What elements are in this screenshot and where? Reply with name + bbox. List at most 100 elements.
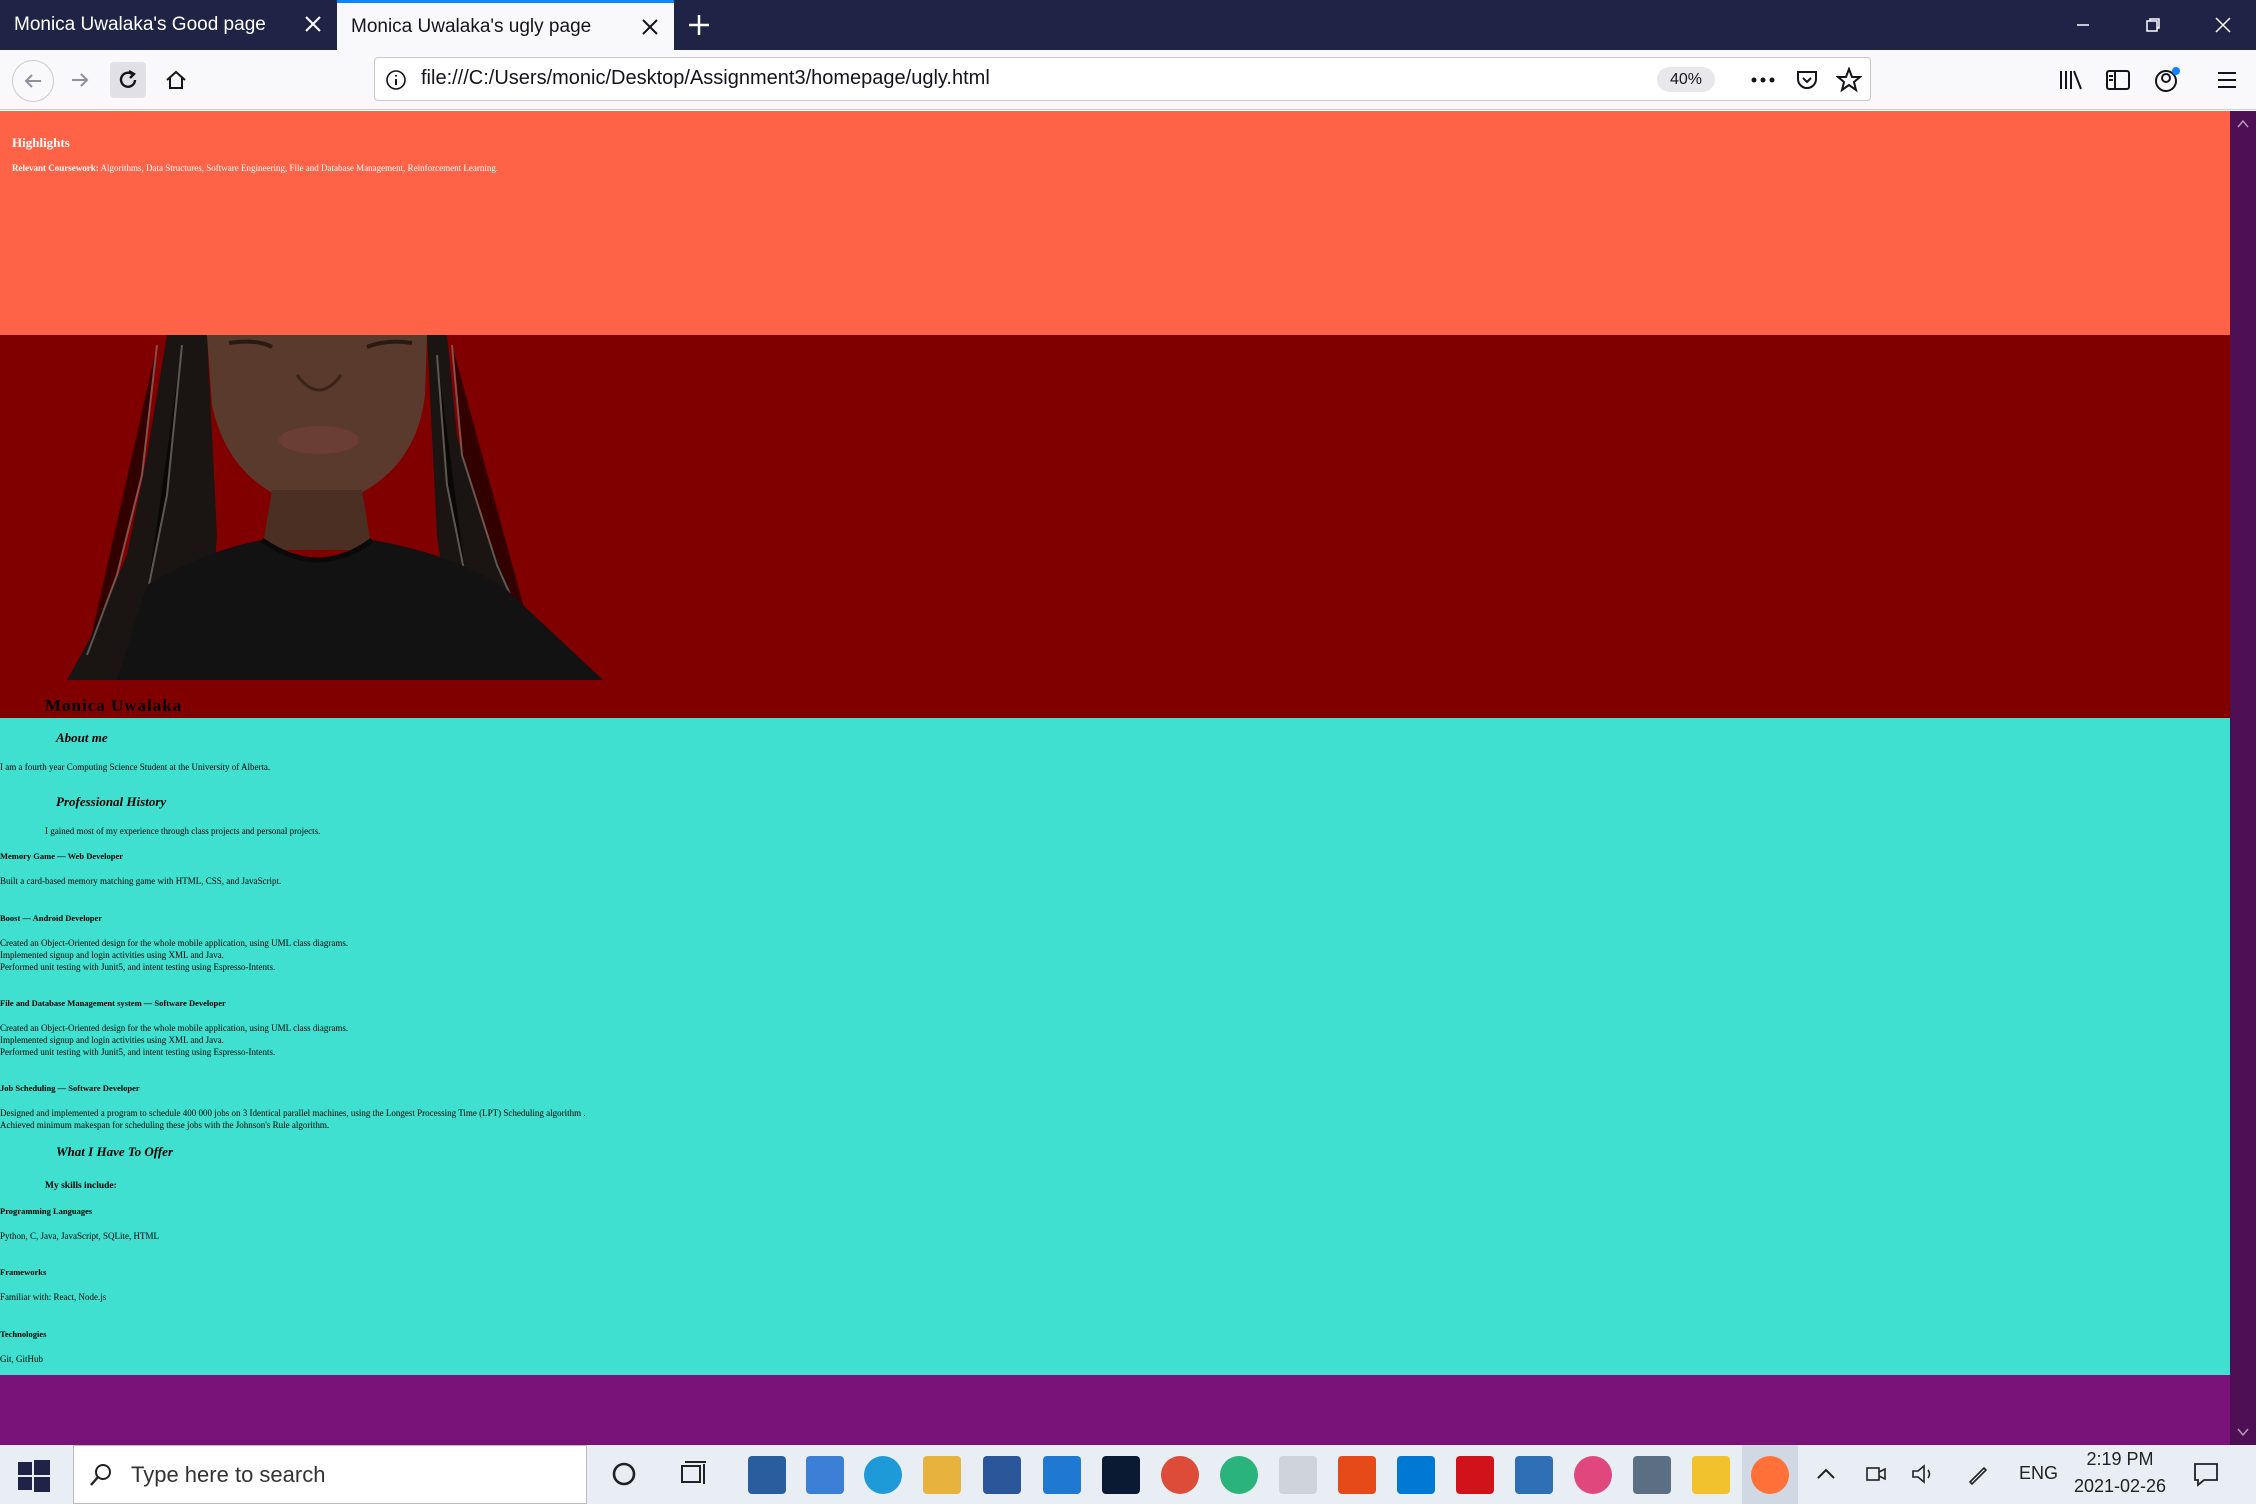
coursework-text: Relevant Coursework: Algorithms, Data St… [12,163,498,173]
minimize-icon [2077,24,2089,26]
skill-title: Frameworks [0,1267,47,1277]
git-icon[interactable] [1338,1456,1376,1494]
home-button[interactable] [158,62,194,98]
job-title: Job Scheduling — Software Developer [0,1083,140,1093]
job-line: Performed unit testing with Junit5, and … [0,962,276,972]
job-line: Designed and implemented a program to sc… [0,1108,586,1118]
home-icon [166,70,186,89]
coursework-list: Algorithms, Data Structures, Software En… [98,163,499,173]
info-icon[interactable] [385,69,407,91]
offer-heading: What I Have To Offer [56,1144,173,1159]
url-text[interactable]: file:///C:/Users/monic/Desktop/Assignmen… [421,67,990,90]
search-icon [90,1464,111,1486]
edge-icon[interactable] [864,1456,902,1494]
firefox-icon [1751,1456,1789,1494]
job-title: File and Database Management system — So… [0,998,226,1008]
search-placeholder: Type here to search [131,1462,326,1487]
library-icon[interactable] [2058,68,2084,92]
tab-ugly-page[interactable]: Monica Uwalaka's ugly page [337,0,674,50]
skill-text: Python, C, Java, JavaScript, SQLite, HTM… [0,1231,159,1241]
page-actions-icon[interactable] [1750,68,1776,92]
taskbar-search-box[interactable]: Type here to search [73,1445,587,1504]
firefox-taskbar-button[interactable] [1742,1445,1798,1504]
clock-time[interactable]: 2:19 PM [2070,1449,2170,1470]
sticky-app-icon[interactable] [1692,1456,1730,1494]
volume-icon[interactable] [1910,1462,1936,1486]
photos-icon[interactable] [1515,1456,1553,1494]
windows-start-icon[interactable] [18,1460,50,1492]
vscode-icon[interactable] [1397,1456,1435,1494]
highlights-heading: Highlights [12,135,70,150]
skill-title: Technologies [0,1329,47,1339]
zoom-level-badge[interactable]: 40% [1657,67,1715,92]
menu-icon[interactable] [2215,68,2239,92]
name-heading: Monica Uwalaka [45,696,183,715]
content-section: About me I am a fourth year Computing Sc… [0,718,2230,1375]
word-icon[interactable] [983,1456,1021,1494]
store-icon[interactable] [806,1456,844,1494]
chevron-up-icon[interactable] [1815,1463,1837,1485]
arrow-left-icon [24,74,41,88]
about-text: I am a fourth year Computing Science Stu… [0,762,271,772]
task-view-icon[interactable] [680,1460,710,1488]
cortana-icon[interactable] [610,1460,638,1488]
pen-ink-icon[interactable] [1966,1462,1990,1486]
restore-icon [2146,18,2160,32]
skills-intro: My skills include: [45,1181,117,1191]
history-intro: I gained most of my experience through c… [45,826,321,836]
pen-icon[interactable] [1279,1456,1317,1494]
close-window-button[interactable] [2190,0,2256,50]
account-icon[interactable] [2153,66,2181,94]
tab-label: Monica Uwalaka's Good page [14,14,266,35]
language-indicator[interactable]: ENG [2019,1463,2058,1484]
atom-icon[interactable] [1220,1456,1258,1494]
clock-date[interactable]: 2021-02-26 [2070,1476,2170,1497]
meet-now-icon[interactable] [1864,1462,1888,1486]
sidebar-icon[interactable] [2105,68,2131,92]
bookmark-star-icon[interactable] [1836,67,1862,93]
skill-text: Familiar with: React, Node.js [0,1292,107,1302]
job-line: Created an Object-Oriented design for th… [0,1023,349,1033]
back-button[interactable] [12,60,54,102]
job-line: Achieved minimum makespan for scheduling… [0,1120,330,1130]
forward-button[interactable] [62,62,98,98]
tab-good-page[interactable]: Monica Uwalaka's Good page [0,0,337,50]
hero-section: Monica Uwalaka [0,335,2230,718]
chrome-icon[interactable] [1161,1456,1199,1494]
about-heading: About me [56,730,108,745]
job-title: Memory Game — Web Developer [0,851,124,861]
acrobat-icon[interactable] [1456,1456,1494,1494]
lightroom-icon[interactable] [1102,1456,1140,1494]
mail-icon[interactable] [1043,1456,1081,1494]
profile-photo [57,335,603,680]
minimize-button[interactable] [2050,0,2116,50]
skill-title: Programming Languages [0,1206,93,1216]
arrow-right-icon [72,73,89,87]
job-line: Implemented signup and login activities … [0,1035,224,1045]
page-scrollbar[interactable] [2230,111,2256,1445]
reload-icon [119,69,137,88]
paint-drop-icon[interactable] [1574,1456,1612,1494]
3d-box-icon[interactable] [1633,1456,1671,1494]
reload-button[interactable] [110,62,146,98]
app-icon-1[interactable] [748,1456,786,1494]
job-line: Built a card-based memory matching game … [0,876,282,886]
scroll-up-icon[interactable] [2237,119,2249,129]
job-line: Performed unit testing with Junit5, and … [0,1047,276,1057]
web-page: Highlights Relevant Coursework: Algorith… [0,111,2230,1445]
new-tab-plus-icon[interactable] [684,10,714,40]
file-explorer-icon[interactable] [923,1456,961,1494]
close-icon [2215,17,2231,33]
job-line: Created an Object-Oriented design for th… [0,938,349,948]
close-icon[interactable] [640,17,660,37]
highlights-section: Highlights Relevant Coursework: Algorith… [0,111,2230,335]
skill-text: Git, GitHub [0,1354,44,1364]
notification-icon[interactable] [2192,1460,2220,1488]
restore-button[interactable] [2120,0,2186,50]
job-line: Implemented signup and login activities … [0,950,224,960]
pocket-icon[interactable] [1795,68,1819,92]
close-icon[interactable] [303,14,323,34]
scroll-down-icon[interactable] [2237,1427,2249,1437]
professional-history-heading: Professional History [56,794,167,809]
coursework-label: Relevant Coursework: [12,163,99,173]
